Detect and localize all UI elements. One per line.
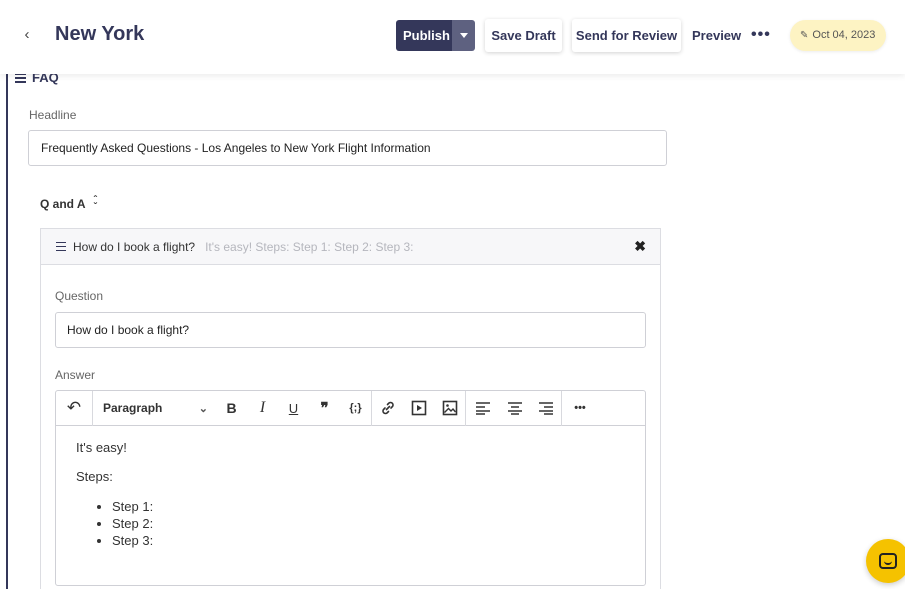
list-item: Step 2: [112,515,625,532]
publish-dropdown-toggle[interactable] [452,20,475,51]
pencil-icon: ✎ [800,30,809,41]
video-icon[interactable] [403,391,434,426]
image-icon[interactable] [434,391,465,426]
qa-item-preview: It's easy! Steps: Step 1: Step 2: Step 3… [205,239,414,254]
paragraph-style-value: Paragraph [103,401,163,415]
answer-rich-text-editor[interactable]: ↶ Paragraph ⌄ B I U ❞ {;} ••• It's easy!… [55,390,646,586]
answer-line: It's easy! [76,440,127,455]
question-label: Question [55,289,104,303]
bold-icon[interactable]: B [216,391,247,426]
top-bar: ‹ New York Publish Save Draft Send for R… [0,0,905,74]
chat-launcher-button[interactable] [866,539,905,583]
chevron-down-icon: ⌄ [198,402,208,415]
sort-toggle-icon[interactable]: ˆˇ [94,196,97,213]
drag-handle-icon[interactable] [56,240,66,254]
code-icon[interactable]: {;} [340,391,371,426]
toolbar-group-insert [372,390,466,426]
answer-step-list: Step 1: Step 2: Step 3: [112,498,625,549]
caret-down-icon [459,33,468,38]
qa-label-text: Q and A [40,197,86,211]
toolbar-group-format: Paragraph ⌄ B I U ❞ {;} [93,390,372,426]
answer-line: Steps: [76,469,113,484]
save-draft-button[interactable]: Save Draft [485,19,562,52]
chat-icon [879,553,897,569]
toolbar-group-align [466,390,562,426]
more-tools-icon[interactable]: ••• [562,391,598,426]
remove-item-close-icon[interactable]: ✖ [634,238,646,255]
preview-button[interactable]: Preview [692,28,741,43]
editor-content[interactable]: It's easy! Steps: Step 1: Step 2: Step 3… [56,426,645,563]
underline-icon[interactable]: U [278,391,309,426]
editor-toolbar: ↶ Paragraph ⌄ B I U ❞ {;} ••• [56,390,645,426]
undo-icon[interactable]: ↶ [56,391,92,426]
list-item: Step 3: [112,532,625,549]
toolbar-group-more: ••• [562,391,598,426]
quote-icon[interactable]: ❞ [309,391,340,426]
paragraph-style-select[interactable]: Paragraph ⌄ [93,391,216,426]
italic-icon[interactable]: I [247,391,278,426]
toolbar-group-history: ↶ [56,390,93,426]
send-for-review-button[interactable]: Send for Review [572,19,681,52]
publish-split-button: Publish [396,20,475,51]
last-edited-date-badge[interactable]: ✎ Oct 04, 2023 [790,20,886,51]
align-left-icon[interactable] [466,391,499,426]
qa-item-title: How do I book a flight? [73,239,196,254]
question-input[interactable]: How do I book a flight? [55,312,646,348]
section-rail [6,74,8,589]
list-item: Step 1: [112,498,625,515]
align-center-icon[interactable] [499,391,530,426]
link-icon[interactable] [372,391,403,426]
headline-label: Headline [29,108,77,122]
publish-button[interactable]: Publish [396,20,452,51]
more-options-icon[interactable]: ••• [751,26,771,44]
qa-item-header[interactable]: How do I book a flight? It's easy! Steps… [41,229,660,265]
date-text: Oct 04, 2023 [812,29,876,41]
back-chevron-icon[interactable]: ‹ [18,26,36,44]
headline-input[interactable]: Frequently Asked Questions - Los Angeles… [28,130,667,166]
page-title: New York [55,23,145,45]
qa-label: Q and A ˆˇ [40,196,97,213]
align-right-icon[interactable] [530,391,561,426]
qa-item-card: How do I book a flight? It's easy! Steps… [40,228,661,589]
answer-label: Answer [55,368,96,382]
